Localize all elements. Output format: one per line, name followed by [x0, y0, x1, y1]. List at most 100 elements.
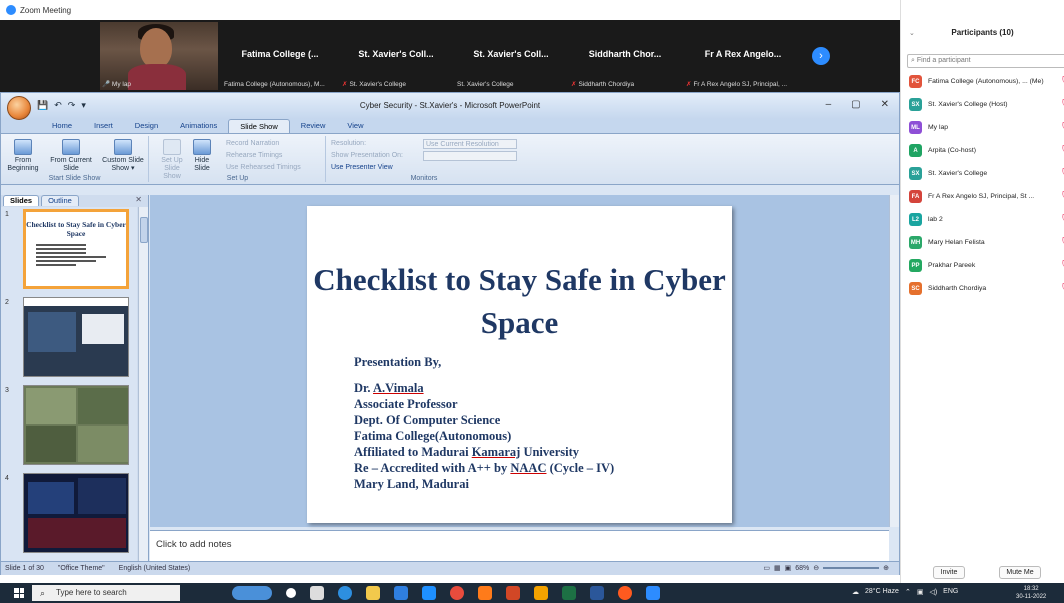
tab-slides[interactable]: Slides: [3, 195, 40, 206]
tray-chevron-icon[interactable]: ⌃: [905, 588, 911, 596]
task-view-icon[interactable]: [310, 586, 324, 600]
firefox-icon[interactable]: [478, 586, 492, 600]
browser-icon[interactable]: [618, 586, 632, 600]
participant-row[interactable]: FC Fatima College (Autonomous), ... (Me) 🎙: [909, 70, 1064, 93]
app-icon[interactable]: [534, 586, 548, 600]
tab-insert[interactable]: Insert: [83, 119, 124, 133]
participant-row[interactable]: MH Mary Helan Felista 🎙: [909, 231, 1064, 254]
chrome-icon[interactable]: [450, 586, 464, 600]
invite-button[interactable]: Invite: [933, 566, 965, 579]
participant-tile[interactable]: St. Xavier's Coll... St. Xavier's Colleg…: [455, 22, 567, 90]
mic-status-icon[interactable]: 🎙: [1060, 99, 1064, 107]
tab-outline[interactable]: Outline: [41, 195, 79, 206]
slideshow-view-icon[interactable]: ▣: [785, 564, 792, 572]
file-explorer-icon[interactable]: [366, 586, 380, 600]
powerpoint-icon[interactable]: [506, 586, 520, 600]
sorter-view-icon[interactable]: ▦: [774, 564, 781, 572]
windows-start-icon[interactable]: [14, 588, 24, 598]
mic-status-icon[interactable]: 🎙: [1060, 237, 1064, 245]
use-rehearsed-timings-checkbox[interactable]: Use Rehearsed Timings: [226, 164, 301, 171]
scroll-thumb[interactable]: [140, 217, 148, 243]
participant-row[interactable]: SC Siddharth Chordiya 🎙: [909, 277, 1064, 300]
slide-body[interactable]: Presentation By, Dr. A.Vimala Associate …: [354, 354, 614, 492]
zoom-out-icon[interactable]: ⊖: [813, 564, 819, 572]
tab-home[interactable]: Home: [41, 119, 83, 133]
participant-row[interactable]: SX St. Xavier's College (Host) 🎙: [909, 93, 1064, 116]
participant-row[interactable]: PP Prakhar Pareek 🎙: [909, 254, 1064, 277]
record-narration-button[interactable]: Record Narration: [226, 140, 279, 147]
excel-icon[interactable]: [562, 586, 576, 600]
windows-taskbar: ⌕ Type here to search ☁ 28°C Haze ⌃ ▣ ◁) …: [0, 583, 1064, 603]
normal-view-icon[interactable]: ▭: [763, 564, 770, 572]
participant-row[interactable]: ML My lap 🎙: [909, 116, 1064, 139]
current-slide[interactable]: Checklist to Stay Safe in Cyber Space Pr…: [307, 206, 732, 523]
ppt-minimize-button[interactable]: –: [826, 99, 832, 110]
zoom-slider[interactable]: [823, 567, 880, 569]
mic-status-icon[interactable]: 🎙: [1060, 145, 1064, 153]
mute-me-button[interactable]: Mute Me: [999, 566, 1041, 579]
use-presenter-view-checkbox[interactable]: Use Presenter View: [331, 164, 393, 171]
clock-date: 30-11-2022: [1016, 594, 1047, 600]
participant-name: St. Xavier's College (Host): [928, 101, 1008, 108]
notes-pane[interactable]: Click to add notes: [150, 530, 889, 561]
custom-slide-show-button[interactable]: Custom Slide Show ▾: [99, 139, 147, 173]
cortana-icon[interactable]: [286, 588, 296, 598]
mic-status-icon[interactable]: 🎙: [1060, 122, 1064, 130]
thumbnails-scrollbar[interactable]: [138, 207, 148, 561]
from-beginning-button[interactable]: From Beginning: [3, 139, 43, 173]
language-indicator[interactable]: ENG: [943, 588, 958, 596]
weather-icon[interactable]: ☁: [852, 588, 859, 596]
zoom-in-icon[interactable]: ⊕: [883, 564, 889, 572]
search-icon: ⌕: [40, 588, 46, 598]
next-page-button[interactable]: ›: [812, 47, 830, 65]
weather-text[interactable]: 28°C Haze: [865, 588, 899, 596]
tab-design[interactable]: Design: [124, 119, 169, 133]
slide-thumbnail-3[interactable]: [23, 385, 129, 465]
slide-scrollbar[interactable]: [889, 195, 899, 527]
language-indicator[interactable]: English (United States): [119, 565, 191, 572]
tab-animations[interactable]: Animations: [169, 119, 228, 133]
ppt-maximize-button[interactable]: ▢: [851, 99, 860, 110]
network-icon[interactable]: ▣: [917, 588, 924, 596]
tab-view[interactable]: View: [336, 119, 374, 133]
mail-icon[interactable]: [422, 586, 436, 600]
tab-review[interactable]: Review: [290, 119, 337, 133]
taskbar-apps: [232, 586, 660, 600]
ppt-close-button[interactable]: ✕: [881, 99, 889, 110]
slide-thumbnail-1[interactable]: Checklist to Stay Safe in Cyber Space: [23, 209, 129, 289]
slide-thumbnail-4[interactable]: [23, 473, 129, 553]
mic-status-icon[interactable]: 🎙: [1060, 76, 1064, 84]
word-icon[interactable]: [590, 586, 604, 600]
taskbar-search-input[interactable]: ⌕ Type here to search: [32, 585, 180, 601]
slide-title[interactable]: Checklist to Stay Safe in Cyber Space: [307, 258, 732, 344]
slide-thumbnail-2[interactable]: [23, 297, 129, 377]
zoom-taskbar-icon[interactable]: [646, 586, 660, 600]
from-current-slide-button[interactable]: From Current Slide: [49, 139, 93, 173]
volume-icon[interactable]: ◁): [929, 588, 937, 596]
participant-tile[interactable]: Fatima College (... Fatima College (Auto…: [222, 22, 338, 90]
rehearse-timings-button[interactable]: Rehearse Timings: [226, 152, 282, 159]
mic-status-icon[interactable]: 🎙: [1060, 214, 1064, 222]
edge-icon[interactable]: [338, 586, 352, 600]
participant-row[interactable]: SX St. Xavier's College 🎙: [909, 162, 1064, 185]
mic-status-icon[interactable]: 🎙: [1060, 283, 1064, 291]
mic-status-icon[interactable]: 🎙: [1060, 260, 1064, 268]
mic-status-icon[interactable]: 🎙: [1060, 191, 1064, 199]
taskbar-clock[interactable]: 18:32 30-11-2022: [1016, 585, 1046, 601]
resolution-select[interactable]: Use Current Resolution: [423, 139, 517, 149]
participant-tile[interactable]: St. Xavier's Coll... ✗ St. Xavier's Colle…: [340, 22, 452, 90]
store-icon[interactable]: [394, 586, 408, 600]
participant-row[interactable]: A Arpita (Co-host) 🎙: [909, 139, 1064, 162]
participant-row[interactable]: FA Fr A Rex Angelo SJ, Principal, St ... 🎙: [909, 185, 1064, 208]
zoom-level[interactable]: 68%: [795, 565, 809, 572]
show-presentation-on-select[interactable]: [423, 151, 517, 161]
participant-tile[interactable]: Siddharth Chor... ✗ Siddharth Chordiya: [569, 22, 681, 90]
participant-search-input[interactable]: ⌕ Find a participant: [907, 54, 1064, 68]
pane-close-icon[interactable]: ✕: [135, 195, 142, 204]
participant-row[interactable]: L2 lab 2 🎙: [909, 208, 1064, 231]
hide-slide-button[interactable]: Hide Slide: [190, 139, 214, 173]
tab-slide-show[interactable]: Slide Show: [228, 119, 290, 133]
self-video-tile[interactable]: 🎤 My lap: [100, 22, 218, 90]
mic-status-icon[interactable]: 🎙: [1060, 168, 1064, 176]
participant-tile[interactable]: Fr A Rex Angelo... ✗ Fr A Rex Angelo SJ, …: [684, 22, 802, 90]
